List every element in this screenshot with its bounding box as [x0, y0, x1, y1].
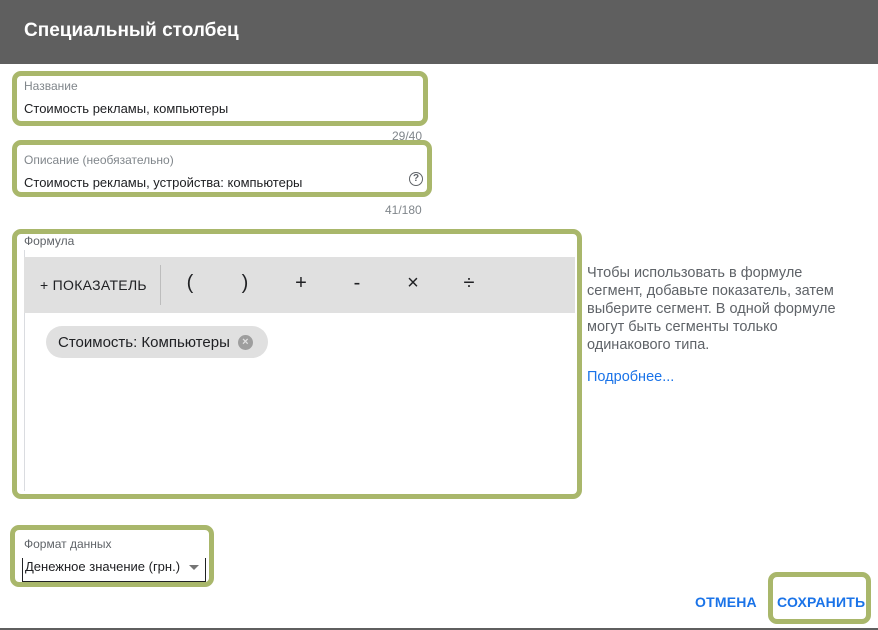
data-format-select[interactable]: Денежное значение (грн.) [22, 558, 206, 582]
operator-multiply-button[interactable]: × [403, 272, 423, 295]
data-format-label: Формат данных [24, 537, 112, 551]
formula-toolbar: + ПОКАЗАТЕЛЬ ( ) + - × ÷ [24, 257, 575, 313]
formula-help-text: Чтобы использовать в формуле сегмент, до… [587, 265, 836, 353]
save-button[interactable]: СОХРАНИТЬ [777, 594, 865, 610]
formula-label: Формула [24, 234, 75, 248]
toolbar-divider [160, 265, 161, 305]
description-counter: 41/180 [385, 203, 422, 217]
description-field-label: Описание (необязательно) [24, 153, 174, 167]
add-metric-button[interactable]: + ПОКАЗАТЕЛЬ [40, 277, 147, 293]
dialog-title: Специальный столбец [24, 20, 239, 41]
operator-plus-button[interactable]: + [291, 272, 311, 295]
operator-minus-button[interactable]: - [347, 272, 367, 295]
operator-close-paren-button[interactable]: ) [235, 272, 255, 295]
description-input[interactable]: Стоимость рекламы, устройства: компьютер… [24, 175, 302, 190]
operator-divide-button[interactable]: ÷ [459, 272, 479, 295]
cancel-button[interactable]: ОТМЕНА [695, 594, 757, 610]
formula-segment-chip[interactable]: Стоимость: Компьютеры × [46, 326, 268, 358]
close-circle-icon[interactable]: × [237, 334, 253, 350]
operator-open-paren-button[interactable]: ( [180, 272, 200, 295]
learn-more-link[interactable]: Подробнее... [587, 369, 674, 385]
name-counter: 29/40 [392, 129, 423, 143]
name-field-label: Название [24, 79, 78, 93]
dialog-header: Специальный столбец [0, 0, 878, 64]
chevron-down-icon [189, 565, 199, 570]
name-input[interactable]: Стоимость рекламы, компьютеры [24, 101, 228, 116]
help-circle-icon[interactable]: ? [409, 172, 423, 186]
data-format-value: Денежное значение (грн.) [25, 559, 181, 574]
chip-label: Стоимость: Компьютеры [58, 333, 230, 351]
